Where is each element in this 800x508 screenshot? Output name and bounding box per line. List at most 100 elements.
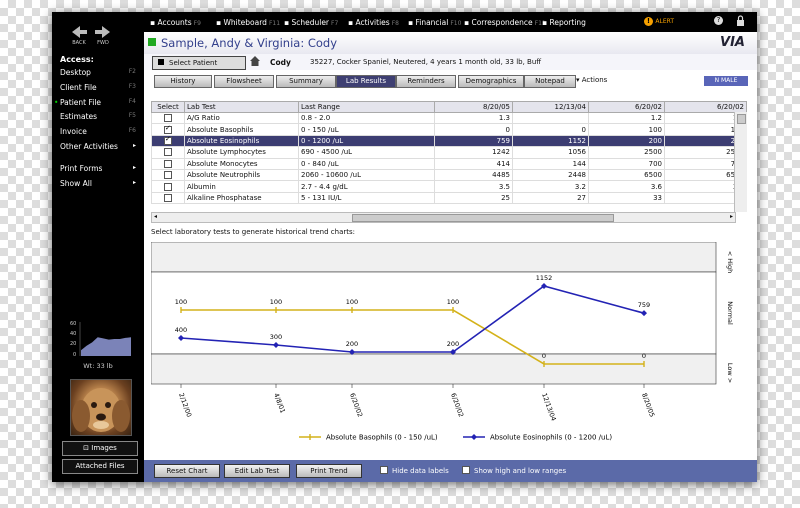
table-row[interactable]: A/G Ratio0.8 - 2.01.31.21.2	[151, 111, 747, 125]
row-checkbox[interactable]	[164, 182, 172, 191]
row-checkbox[interactable]	[164, 193, 172, 202]
sidebar-item-patient-file[interactable]: • Patient File F4	[54, 98, 140, 110]
row-checkbox[interactable]	[164, 136, 172, 145]
alert-button[interactable]: ! ALERT	[644, 16, 674, 26]
access-label: Access:	[60, 55, 94, 64]
sidebar-item-estimates[interactable]: Estimates F5	[60, 112, 140, 124]
value-cell: 1242	[434, 146, 513, 159]
column-header[interactable]: Last Range	[298, 101, 435, 113]
row-checkbox[interactable]	[164, 148, 172, 157]
select-square-icon	[158, 59, 164, 65]
column-header[interactable]: 6/20/02	[588, 101, 665, 113]
sidebar-item-print-forms[interactable]: Print Forms ▸	[60, 164, 140, 176]
checkbox-box[interactable]	[380, 466, 388, 474]
column-header[interactable]: 6/20/02	[664, 101, 747, 113]
x-tick-label: 2/12/00	[177, 392, 193, 418]
data-label: 400	[175, 326, 187, 334]
print-trend-button[interactable]: Print Trend	[296, 464, 362, 478]
value-cell: 1.3	[434, 111, 513, 125]
table-row[interactable]: Absolute Lymphocytes 690 - 4500 /uL 1242 10…	[151, 146, 747, 159]
horizontal-scrollbar[interactable]: ◂ ▸	[151, 212, 736, 223]
sidebar-item-invoice[interactable]: Invoice F6	[60, 127, 140, 139]
menu-activities[interactable]: ▪ Activities F8	[348, 18, 399, 27]
shortcut-key: F5	[128, 112, 136, 119]
forward-button[interactable]: FWD	[94, 26, 112, 46]
row-checkbox[interactable]	[164, 171, 172, 180]
alert-label: ALERT	[655, 18, 675, 25]
column-header[interactable]: Lab Test	[184, 101, 299, 113]
edit-lab-test-button[interactable]: Edit Lab Test	[224, 464, 290, 478]
tab-demographics[interactable]: Demographics	[458, 75, 524, 88]
menu-accounts[interactable]: ▪ Accounts F9	[150, 18, 201, 27]
select-cell[interactable]	[151, 111, 185, 125]
value-cell: 1.2	[588, 111, 665, 125]
data-label: 200	[447, 340, 459, 348]
images-button[interactable]: ⊡ Images	[62, 441, 138, 456]
tab-summary[interactable]: Summary	[276, 75, 336, 88]
column-header[interactable]: Select	[151, 101, 185, 113]
menu-financial[interactable]: ▪ Financial F10	[408, 18, 461, 27]
menu-reporting[interactable]: ▪ Reporting	[542, 18, 586, 27]
lab-trend-chart: < High Normal Low > 100 100 100 100 0 0 400 300…	[151, 242, 734, 422]
select-cell[interactable]	[151, 157, 185, 170]
lock-button[interactable]	[736, 15, 745, 28]
select-cell[interactable]	[151, 123, 185, 136]
shortcut-key: F4	[128, 98, 136, 105]
scroll-right-icon[interactable]: ▸	[730, 213, 733, 220]
vertical-scrollbar[interactable]	[734, 112, 747, 212]
row-checkbox[interactable]	[164, 114, 172, 123]
column-header[interactable]: 12/13/04	[512, 101, 589, 113]
tab-history[interactable]: History	[154, 75, 212, 88]
back-button[interactable]: BACK	[70, 26, 88, 46]
select-cell[interactable]	[151, 168, 185, 182]
value-cell: 0	[512, 123, 589, 136]
legend-label: Absolute Eosinophils (0 - 1200 /uL)	[490, 434, 612, 442]
row-checkbox[interactable]	[164, 125, 172, 134]
select-patient-button[interactable]: Select Patient	[152, 56, 246, 70]
sidebar-item-client-file[interactable]: Client File F3	[60, 83, 140, 95]
tab-lab-results[interactable]: Lab Results	[336, 75, 396, 88]
sidebar-item-other-activities[interactable]: Other Activities ▸	[60, 142, 140, 154]
home-icon[interactable]	[250, 56, 260, 66]
data-label: 759	[638, 301, 650, 309]
column-header[interactable]: 8/20/05	[434, 101, 513, 113]
menu-label: Accounts	[157, 18, 192, 27]
table-row[interactable]: Albumin2.7 - 4.4 g/dL3.53.23.63.6	[151, 180, 747, 193]
select-cell[interactable]	[151, 146, 185, 159]
data-label: 100	[447, 298, 459, 306]
table-row[interactable]: Alkaline Phosphatase5 - 131 IU/L25273333	[151, 191, 747, 205]
sidebar-item-desktop[interactable]: Desktop F2	[60, 68, 140, 80]
table-row[interactable]: Absolute Eosinophils0 - 1200 /uL75911522…	[151, 134, 747, 148]
help-button[interactable]: ?	[714, 15, 723, 25]
tab-flowsheet[interactable]: Flowsheet	[214, 75, 274, 88]
menu-correspondence[interactable]: ▪ Correspondence F11	[464, 18, 546, 27]
row-checkbox[interactable]	[164, 159, 172, 168]
table-row[interactable]: Absolute Monocytes0 - 840 /uL41414470070…	[151, 157, 747, 170]
show-ranges-checkbox[interactable]: Show high and low ranges	[462, 465, 566, 475]
menu-whiteboard[interactable]: ▪ Whiteboard F11	[216, 18, 280, 27]
table-row[interactable]: Absolute Neutrophils 2060 - 10600 /uL 4485…	[151, 168, 747, 182]
attached-files-label: Attached Files	[75, 462, 125, 470]
sidebar-item-show-all[interactable]: Show All ▸	[60, 179, 140, 191]
checkbox-box[interactable]	[462, 466, 470, 474]
menu-scheduler[interactable]: ▪ Scheduler F7	[284, 18, 338, 27]
tab-reminders[interactable]: Reminders	[396, 75, 456, 88]
select-cell[interactable]	[151, 191, 185, 205]
attached-files-button[interactable]: Attached Files	[62, 459, 138, 474]
shortcut-key: F7	[331, 20, 339, 27]
scroll-thumb[interactable]	[737, 114, 746, 124]
actions-dropdown[interactable]: ▾ Actions	[576, 76, 607, 84]
scroll-thumb[interactable]	[352, 214, 614, 222]
value-cell: 3.2	[512, 180, 589, 193]
patient-photo[interactable]	[70, 379, 132, 436]
sidebar-item-label: Other Activities	[60, 142, 118, 151]
hide-data-labels-checkbox[interactable]: Hide data labels	[380, 465, 449, 475]
select-cell[interactable]	[151, 180, 185, 193]
reset-chart-button[interactable]: Reset Chart	[154, 464, 220, 478]
forward-label: FWD	[97, 40, 109, 46]
scroll-left-icon[interactable]: ◂	[154, 213, 157, 220]
select-cell[interactable]	[151, 134, 185, 148]
x-tick-label: 6/20/02	[348, 392, 364, 418]
tab-notepad[interactable]: Notepad	[524, 75, 576, 88]
table-row[interactable]: Absolute Basophils0 - 150 /uL00100100	[151, 123, 747, 136]
